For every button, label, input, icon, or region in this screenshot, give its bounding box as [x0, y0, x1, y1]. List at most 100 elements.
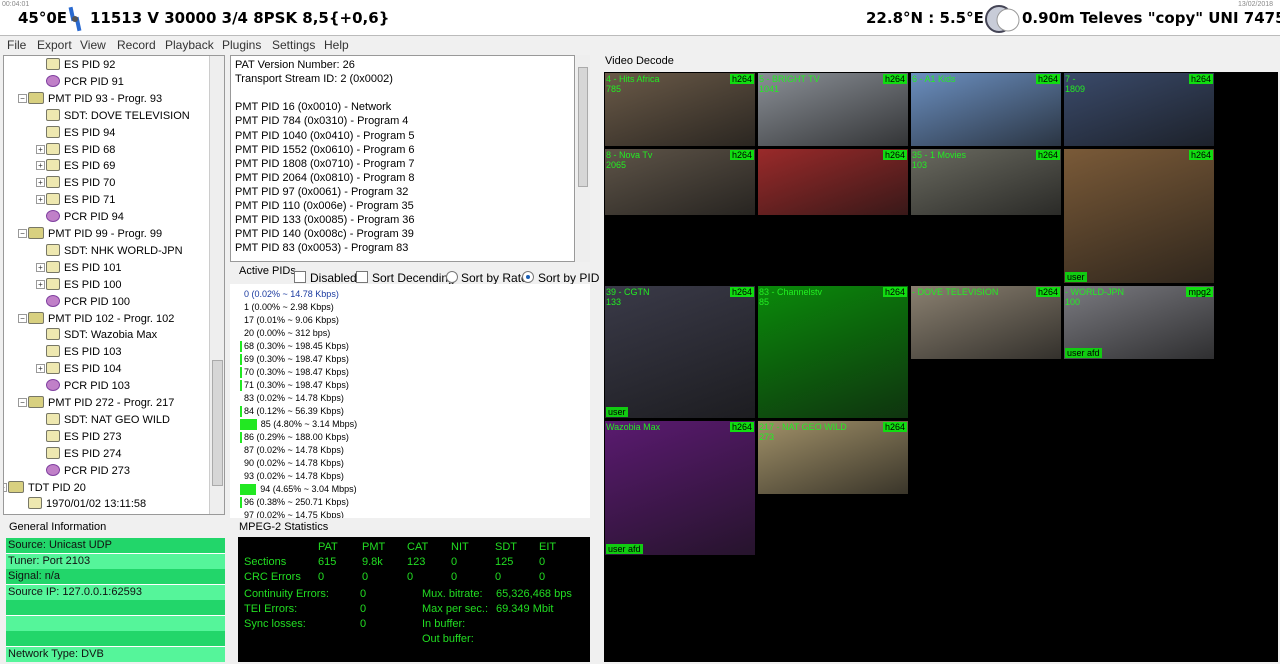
- pid-row[interactable]: 86 (0.29% ~ 188.00 Kbps): [230, 431, 580, 444]
- pid-row[interactable]: 93 (0.02% ~ 14.78 Kbps): [230, 470, 580, 483]
- active-pid-list[interactable]: 0 (0.02% ~ 14.78 Kbps) 1 (0.00% ~ 2.98 Kb…: [230, 284, 590, 518]
- pat-scrollbar[interactable]: [576, 55, 590, 262]
- stream-tree[interactable]: ES PID 92 PCR PID 91 − PMT PID 93 - Progr. …: [3, 55, 225, 515]
- tree-item[interactable]: ES PID 273: [46, 429, 121, 445]
- collapse-toggle[interactable]: −: [18, 398, 27, 407]
- pid-row[interactable]: 83 (0.02% ~ 14.78 Kbps): [230, 392, 580, 405]
- pid-row[interactable]: 69 (0.30% ~ 198.47 Kbps): [230, 353, 580, 366]
- es-icon: [46, 260, 60, 273]
- collapse-toggle[interactable]: −: [18, 93, 27, 103]
- tree-item[interactable]: SDT: Wazobia Max: [46, 327, 157, 343]
- video-tile[interactable]: 83 - Channelstv 85 h264: [758, 286, 908, 418]
- user-badge: user afd: [1065, 348, 1102, 358]
- tree-item[interactable]: + ES PID 104: [36, 361, 121, 377]
- video-tile[interactable]: Wazobia Max h264 user afd: [605, 421, 755, 555]
- tree-item[interactable]: SDT: NAT GEO WILD: [46, 412, 170, 428]
- video-tile[interactable]: 39 - CGTN 133 h264 user: [605, 286, 755, 418]
- pid-row[interactable]: 97 (0.02% ~ 14.75 Kbps): [230, 509, 580, 518]
- menu-playback[interactable]: Playback: [165, 38, 214, 52]
- sections-label: Sections: [244, 556, 287, 568]
- video-tile[interactable]: 7 -1809 h264: [1064, 73, 1214, 146]
- pid-row[interactable]: 71 (0.30% ~ 198.47 Kbps): [230, 379, 580, 392]
- menu-file[interactable]: File: [7, 38, 26, 52]
- tree-item[interactable]: + ES PID 101: [36, 260, 121, 276]
- collapse-toggle[interactable]: −: [4, 482, 7, 492]
- menu-view[interactable]: View: [80, 38, 106, 52]
- sections-eit: 0: [539, 556, 546, 568]
- disabled-checkbox[interactable]: [294, 271, 306, 283]
- menu-export[interactable]: Export: [37, 38, 72, 52]
- tree-item[interactable]: 1970/01/02 13:11:58: [28, 496, 146, 512]
- sort-desc-checkbox[interactable]: [356, 271, 368, 283]
- pid-row[interactable]: 94 (4.65% ~ 3.04 Mbps): [230, 483, 580, 496]
- expand-toggle[interactable]: +: [36, 279, 45, 289]
- expand-toggle[interactable]: +: [36, 144, 45, 154]
- expand-toggle[interactable]: +: [36, 178, 45, 188]
- continuity-label: Continuity Errors:: [244, 588, 329, 600]
- video-tile[interactable]: 8 - Nova Tv 2065 h264: [605, 149, 755, 215]
- tree-item[interactable]: PCR PID 103: [46, 378, 130, 394]
- video-tile[interactable]: 35 - 1 Movies 103 h264: [911, 149, 1061, 215]
- pid-row[interactable]: 0 (0.02% ~ 14.78 Kbps): [230, 288, 580, 301]
- tree-item[interactable]: ES PID 274: [46, 446, 121, 462]
- tree-item[interactable]: PCR PID 273: [46, 463, 130, 479]
- expand-toggle[interactable]: +: [36, 364, 45, 374]
- tree-item[interactable]: −PAT PID 0: [8, 513, 78, 514]
- tree-item[interactable]: + ES PID 70: [36, 175, 115, 191]
- video-tile[interactable]: - DOVE TELEVISION h264: [911, 286, 1061, 359]
- tree-item[interactable]: PCR PID 100: [46, 294, 130, 310]
- tree-item[interactable]: − PMT PID 99 - Progr. 99: [18, 226, 162, 242]
- pid-row[interactable]: 87 (0.02% ~ 14.78 Kbps): [230, 444, 580, 457]
- tree-item[interactable]: ES PID 94: [46, 125, 115, 141]
- tree-item[interactable]: − PMT PID 272 - Progr. 217: [18, 395, 174, 411]
- pid-row[interactable]: 68 (0.30% ~ 198.45 Kbps): [230, 340, 580, 353]
- pid-row[interactable]: 90 (0.02% ~ 14.78 Kbps): [230, 457, 580, 470]
- video-tile[interactable]: h264 user: [1064, 149, 1214, 283]
- pid-row[interactable]: 70 (0.30% ~ 198.47 Kbps): [230, 366, 580, 379]
- video-tile[interactable]: - WORLD-JPN 100 mpg2 user afd: [1064, 286, 1214, 359]
- video-tile[interactable]: 217 - NAT GEO WILD 273 h264: [758, 421, 908, 494]
- tree-item[interactable]: − PMT PID 102 - Progr. 102: [18, 311, 174, 327]
- sort-pid-radio[interactable]: [522, 271, 534, 283]
- tree-item[interactable]: ES PID 103: [46, 344, 121, 360]
- collapse-toggle[interactable]: −: [18, 229, 27, 238]
- expand-toggle[interactable]: +: [36, 195, 45, 205]
- tree-item[interactable]: + ES PID 71: [36, 192, 115, 208]
- pid-row[interactable]: 96 (0.38% ~ 250.71 Kbps): [230, 496, 580, 509]
- pid-row[interactable]: 20 (0.00% ~ 312 bps): [230, 327, 580, 340]
- channel-label: 83 - Channelstv: [759, 287, 823, 297]
- tree-item[interactable]: + ES PID 69: [36, 158, 115, 174]
- video-tile[interactable]: h264: [758, 149, 908, 215]
- menu-help[interactable]: Help: [324, 38, 349, 52]
- user-badge: user afd: [606, 544, 643, 554]
- collapse-toggle[interactable]: −: [18, 313, 27, 323]
- pid-row[interactable]: 17 (0.01% ~ 9.06 Kbps): [230, 314, 580, 327]
- tree-item[interactable]: PCR PID 91: [46, 74, 124, 90]
- menu-record[interactable]: Record: [117, 38, 156, 52]
- pid-row[interactable]: 85 (4.80% ~ 3.14 Mbps): [230, 418, 580, 431]
- pmt-icon: [28, 396, 44, 408]
- tree-item[interactable]: − PMT PID 93 - Progr. 93: [18, 91, 162, 107]
- tree-item[interactable]: − TDT PID 20: [4, 480, 86, 496]
- tree-item-label: PCR PID 100: [64, 295, 131, 308]
- pid-row[interactable]: 84 (0.12% ~ 56.39 Kbps): [230, 405, 580, 418]
- tree-item[interactable]: SDT: DOVE TELEVISION: [46, 108, 190, 124]
- sort-rate-radio[interactable]: [446, 271, 458, 283]
- tree-item[interactable]: SDT: NHK WORLD-JPN: [46, 243, 183, 259]
- tree-item[interactable]: ES PID 92: [46, 57, 115, 73]
- video-tile[interactable]: 5 - BRIGHT TV 1041 h264: [758, 73, 908, 146]
- video-tile[interactable]: 6 - A1 Kids h264: [911, 73, 1061, 146]
- tree-item[interactable]: + ES PID 68: [36, 142, 115, 158]
- pid-row-label: 17 (0.01% ~ 9.06 Kbps): [244, 315, 339, 325]
- crc-pat: 0: [318, 571, 325, 583]
- expand-toggle[interactable]: +: [36, 262, 45, 272]
- pid-row[interactable]: 1 (0.00% ~ 2.98 Kbps): [230, 301, 580, 314]
- expand-toggle[interactable]: +: [36, 161, 45, 171]
- menu-plugins[interactable]: Plugins: [222, 38, 261, 52]
- tree-item[interactable]: + ES PID 100: [36, 277, 121, 293]
- pid-rate-bar: [240, 484, 257, 495]
- tree-item[interactable]: PCR PID 94: [46, 209, 124, 225]
- video-tile[interactable]: 4 - Hits Africa 785 h264: [605, 73, 755, 146]
- menu-settings[interactable]: Settings: [272, 38, 315, 52]
- tree-scrollbar[interactable]: [209, 56, 224, 514]
